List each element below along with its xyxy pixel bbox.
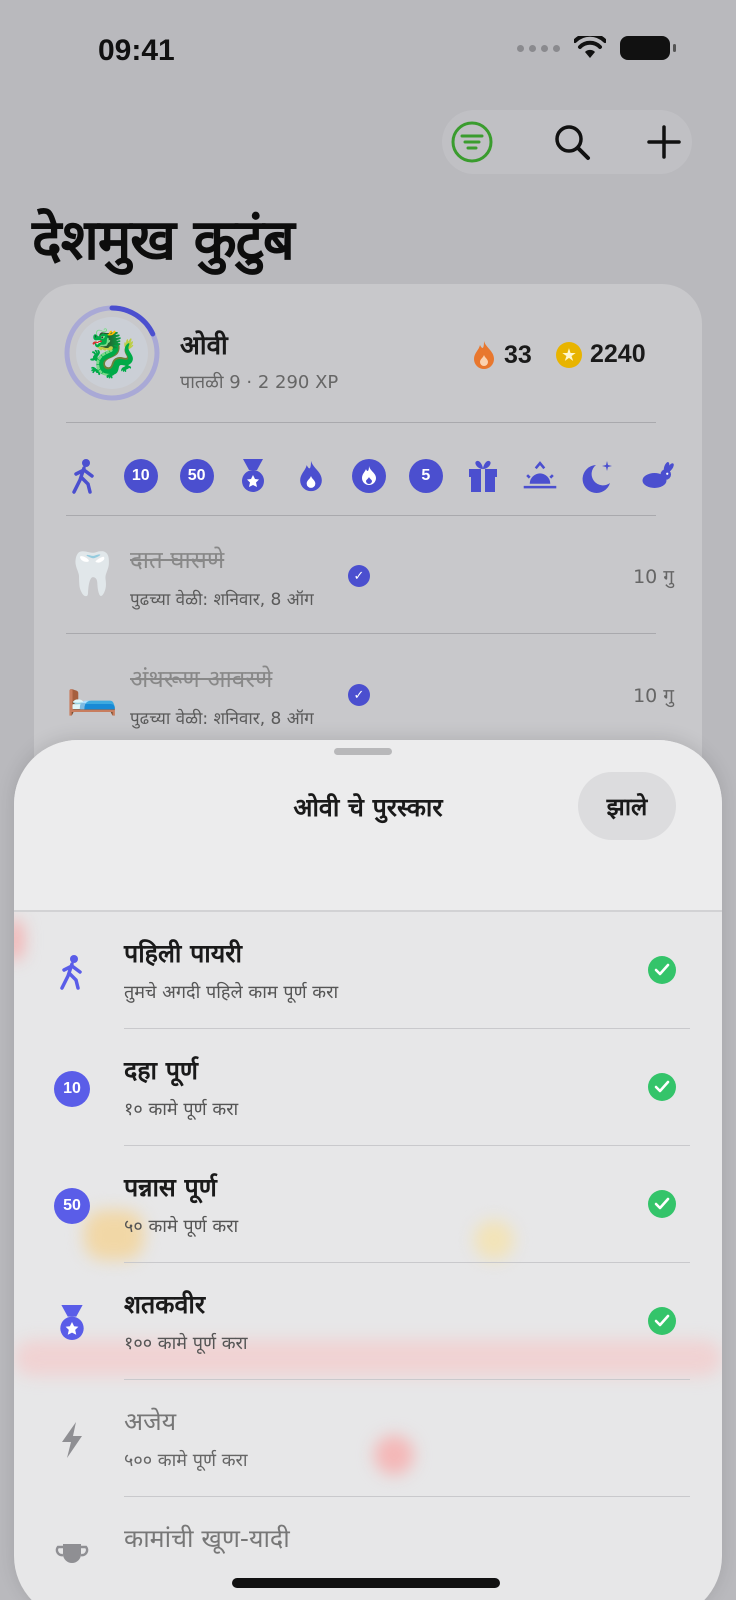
search-button[interactable] — [548, 118, 596, 166]
badge-row: 10 50 5 — [66, 458, 674, 494]
achievement-description: ५०० कामे पूर्ण करा — [124, 1450, 248, 1471]
sheet-grabber[interactable] — [334, 748, 392, 755]
task-title: दात घासणे — [130, 546, 225, 574]
number-badge-icon[interactable]: 50 — [179, 459, 214, 493]
task-points: 10 गु — [633, 566, 674, 588]
divider — [66, 422, 656, 423]
coin-count: 2240 — [590, 340, 646, 368]
task-points: 10 गु — [633, 685, 674, 707]
streak-stat: 33 — [472, 340, 532, 370]
achievement-title: कामांची खूण-यादी — [124, 1524, 290, 1553]
checkmark-icon — [648, 1307, 676, 1335]
walking-person-icon[interactable] — [66, 458, 102, 494]
dragon-avatar-icon: 🐉 — [83, 325, 141, 380]
flame-icon[interactable] — [293, 458, 329, 494]
checkmark-icon — [648, 1190, 676, 1218]
done-button[interactable]: झाले — [578, 772, 676, 840]
filter-icon — [451, 121, 493, 163]
divider — [66, 515, 656, 516]
home-indicator — [232, 1578, 500, 1588]
status-icons — [517, 36, 676, 60]
page-title: देशमुख कुटुंब — [32, 208, 295, 273]
completed-check-icon: ✓ — [348, 565, 370, 587]
plus-icon — [647, 125, 681, 159]
bolt-icon — [52, 1420, 92, 1460]
streak-count: 33 — [504, 340, 532, 369]
bed-icon: 🛏️ — [66, 668, 119, 717]
trophy-icon — [52, 1537, 92, 1577]
number-badge-icon: 10 — [52, 1069, 92, 1109]
achievement-title: दहा पूर्ण — [124, 1056, 199, 1085]
add-button[interactable] — [640, 118, 688, 166]
flame-icon — [474, 341, 494, 369]
achievement-row: 50 पन्नास पूर्ण ५० कामे पूर्ण करा — [14, 1146, 722, 1263]
number-badge-icon[interactable]: 5 — [408, 459, 443, 493]
achievement-row: शतकवीर १०० कामे पूर्ण करा — [14, 1263, 722, 1380]
achievement-row: पहिली पायरी तुमचे अगदी पहिले काम पूर्ण क… — [14, 912, 722, 1029]
achievement-title: पन्नास पूर्ण — [124, 1173, 217, 1202]
task-next-date: पुढच्या वेळी: शनिवार, 8 ऑग — [130, 590, 314, 610]
coin-icon: ★ — [556, 341, 582, 368]
achievement-title: शतकवीर — [124, 1290, 206, 1319]
number-badge-icon: 50 — [52, 1186, 92, 1226]
cellular-signal-icon — [517, 44, 560, 52]
status-time: 09:41 — [98, 34, 175, 67]
battery-icon — [620, 36, 676, 60]
divider — [66, 633, 656, 634]
moon-stars-icon[interactable] — [580, 458, 616, 494]
achievement-row: 10 दहा पूर्ण १० कामे पूर्ण करा — [14, 1029, 722, 1146]
tooth-icon: 🦷 — [66, 549, 119, 598]
achievement-description: तुमचे अगदी पहिले काम पूर्ण करा — [124, 982, 339, 1003]
achievement-row: अजेय ५०० कामे पूर्ण करा — [14, 1380, 722, 1497]
badge-number: 50 — [54, 1188, 90, 1224]
hare-icon[interactable] — [638, 458, 674, 494]
number-badge-icon[interactable]: 10 — [123, 459, 158, 493]
sheet-header: ओवी चे पुरस्कार झाले — [14, 740, 722, 912]
achievement-description: १०० कामे पूर्ण करा — [124, 1333, 248, 1354]
filter-button[interactable] — [448, 118, 496, 166]
coins-stat: ★ 2240 — [556, 340, 646, 369]
checkmark-icon — [648, 1073, 676, 1101]
search-icon — [555, 125, 590, 160]
achievement-description: ५० कामे पूर्ण करा — [124, 1216, 239, 1237]
wifi-icon — [574, 36, 606, 58]
achievement-description: १० कामे पूर्ण करा — [124, 1099, 239, 1120]
achievement-title: पहिली पायरी — [124, 939, 242, 968]
walking-person-icon — [52, 952, 92, 992]
sunrise-icon[interactable] — [522, 458, 558, 494]
medal-icon[interactable] — [235, 458, 271, 494]
member-name: ओवी — [180, 331, 228, 361]
achievement-title: अजेय — [124, 1407, 177, 1436]
achievements-sheet: ओवी चे पुरस्कार झाले पहिली पायरी तुमचे अ… — [14, 740, 722, 1600]
checkmark-icon — [648, 956, 676, 984]
task-row[interactable]: 🛏️ अंथरूण आवरणे पुढच्या वेळी: शनिवार, 8 … — [66, 636, 674, 754]
medal-icon — [52, 1303, 92, 1343]
task-row[interactable]: 🦷 दात घासणे पुढच्या वेळी: शनिवार, 8 ऑग ✓… — [66, 517, 674, 635]
avatar: 🐉 — [76, 317, 148, 389]
gift-icon[interactable] — [465, 458, 501, 494]
completed-check-icon: ✓ — [348, 684, 370, 706]
task-next-date: पुढच्या वेळी: शनिवार, 8 ऑग — [130, 709, 314, 729]
badge-number: 10 — [54, 1071, 90, 1107]
flame-circle-icon[interactable] — [351, 458, 387, 494]
member-level-xp: पातळी 9 · 2 290 XP — [180, 372, 339, 393]
task-title: अंथरूण आवरणे — [130, 665, 273, 693]
